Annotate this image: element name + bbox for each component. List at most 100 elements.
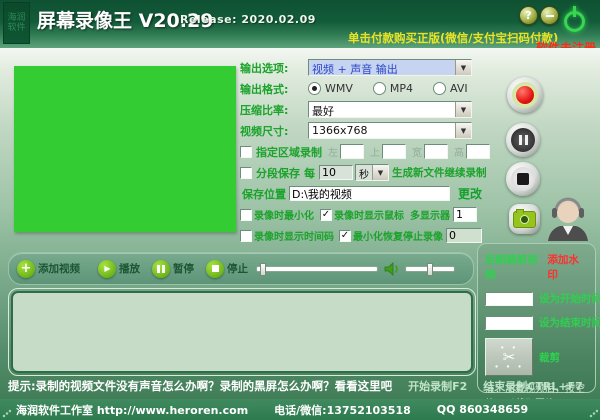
video-size-row: 视频尺寸: 1366x768 ▼ bbox=[240, 120, 482, 141]
add-video-label: 添加视频 bbox=[38, 263, 80, 275]
camera-icon bbox=[513, 208, 536, 228]
radio-wmv[interactable] bbox=[308, 82, 321, 95]
video-list[interactable] bbox=[11, 291, 473, 373]
seek-track[interactable] bbox=[256, 265, 378, 272]
volume-thumb[interactable] bbox=[427, 262, 433, 276]
seek-thumb[interactable] bbox=[260, 262, 266, 276]
help-button[interactable]: ? bbox=[519, 6, 538, 25]
hotkey-stop: 结束录制CTRL+F7 bbox=[483, 380, 583, 393]
pause-playback-button[interactable]: 暂停 bbox=[152, 259, 194, 278]
segment-save-label: 分段保存 bbox=[256, 166, 300, 180]
resize-grip-right[interactable] bbox=[589, 409, 598, 418]
output-format-label: 输出格式: bbox=[240, 82, 289, 96]
dropdown-arrow-icon[interactable]: ▼ bbox=[455, 60, 471, 75]
end-time-input[interactable] bbox=[485, 315, 533, 330]
record-button[interactable] bbox=[507, 77, 543, 113]
region-left-label: 左 bbox=[328, 148, 338, 159]
crop-label: 裁剪 bbox=[539, 351, 560, 364]
play-button[interactable]: ▶ 播放 bbox=[98, 259, 140, 278]
volume-slider[interactable] bbox=[405, 262, 455, 276]
app-logo: 海润软件 bbox=[3, 2, 30, 44]
start-time-row: 设为开始时间 bbox=[485, 291, 600, 306]
play-label: 播放 bbox=[119, 263, 140, 275]
restore-stop-input[interactable] bbox=[446, 228, 482, 243]
qq-info: QQ 860348659 bbox=[436, 403, 529, 416]
status-bar: 海润软件工作室 http://www.heroren.com 电话/微信:137… bbox=[0, 399, 600, 420]
stop-icon bbox=[517, 173, 529, 185]
compression-select[interactable]: 最好 ▼ bbox=[308, 101, 472, 118]
compression-value: 最好 bbox=[312, 105, 334, 117]
region-left-input[interactable] bbox=[340, 144, 364, 159]
crop-button[interactable]: ∙ ∙ ✂ ∙ ∙ ∙ bbox=[485, 338, 533, 376]
phone-info: 电话/微信:13752103518 bbox=[274, 403, 411, 417]
minimize-button[interactable] bbox=[540, 6, 559, 25]
record-icon bbox=[516, 86, 534, 104]
power-icon-bar bbox=[573, 6, 576, 17]
region-width-input[interactable] bbox=[424, 144, 448, 159]
set-start-time-button[interactable]: 设为开始时间 bbox=[539, 291, 600, 306]
assistant-avatar bbox=[542, 195, 594, 245]
end-time-row: 设为结束时间 bbox=[485, 315, 600, 330]
show-timecode-checkbox[interactable] bbox=[240, 229, 252, 242]
multi-display-label: 多显示器 bbox=[410, 211, 450, 222]
stop-playback-button[interactable]: 停止 bbox=[206, 259, 248, 278]
pause-recording-button[interactable] bbox=[506, 123, 540, 157]
recording-preview-area bbox=[14, 66, 236, 232]
segment-seconds-input[interactable] bbox=[319, 165, 353, 180]
save-path-input[interactable] bbox=[289, 186, 450, 201]
question-icon: ? bbox=[525, 9, 532, 22]
radio-avi[interactable] bbox=[433, 82, 447, 95]
radio-mp4-label: MP4 bbox=[389, 82, 414, 95]
set-end-time-button[interactable]: 设为结束时间 bbox=[539, 315, 600, 330]
region-record-checkbox[interactable] bbox=[240, 145, 252, 158]
region-top-input[interactable] bbox=[382, 144, 406, 159]
multi-display-input[interactable] bbox=[453, 207, 477, 222]
settings-panel: 输出选项: 视频 + 声音 输出 ▼ 输出格式: WMV MP4 AVI 压缩比… bbox=[240, 57, 490, 246]
minimize-on-record-checkbox[interactable] bbox=[240, 208, 252, 221]
stop-button-ring bbox=[511, 167, 535, 191]
buy-license-link[interactable]: 单击付款购买正版(微信/支付宝扫码付款) bbox=[348, 30, 558, 46]
region-width-label: 宽 bbox=[412, 148, 422, 159]
dropdown-arrow-icon[interactable]: ▼ bbox=[455, 102, 471, 117]
resize-grip-left[interactable] bbox=[2, 409, 11, 418]
add-watermark-link[interactable]: 添加水印 bbox=[547, 252, 589, 282]
close-button[interactable] bbox=[560, 3, 588, 35]
output-option-select[interactable]: 视频 + 声音 输出 ▼ bbox=[308, 59, 472, 76]
seek-slider[interactable] bbox=[256, 262, 378, 276]
playback-toolbar: + 添加视频 ▶ 播放 暂停 停止 bbox=[8, 252, 474, 285]
plus-icon: + bbox=[17, 259, 35, 278]
arrow-glyph: ▼ bbox=[377, 168, 384, 177]
hotkey-start: 开始录制F2 bbox=[408, 380, 468, 393]
segment-save-checkbox[interactable] bbox=[240, 166, 252, 179]
screenshot-camera-button[interactable] bbox=[509, 204, 540, 234]
title-bar: 海润软件 屏幕录像王 V20.29 Release: 2020.02.09 ? … bbox=[0, 0, 600, 55]
dropdown-arrow-icon[interactable]: ▼ bbox=[455, 123, 471, 138]
stop-recording-button[interactable] bbox=[506, 162, 540, 196]
avatar-image bbox=[548, 197, 588, 241]
stop-label: 停止 bbox=[227, 263, 248, 275]
compression-label: 压缩比率: bbox=[240, 103, 289, 117]
stop-icon bbox=[206, 259, 224, 278]
radio-mp4[interactable] bbox=[372, 82, 386, 95]
change-path-button[interactable]: 更改 bbox=[458, 185, 482, 202]
add-video-button[interactable]: + 添加视频 bbox=[17, 259, 80, 278]
logo-text: 海润软件 bbox=[7, 13, 26, 33]
tip-text[interactable]: 提示:录制的视频文件没有声音怎么办啊？录制的黑屏怎么办啊？看看这里吧 bbox=[8, 378, 392, 394]
output-format-row: 输出格式: WMV MP4 AVI bbox=[240, 78, 482, 99]
pause-icon bbox=[511, 128, 535, 152]
segment-unit-select[interactable]: 秒 ▼ bbox=[355, 164, 389, 181]
video-size-label: 视频尺寸: bbox=[240, 124, 289, 138]
radio-avi-label: AVI bbox=[450, 82, 468, 95]
segment-every-label: 每 bbox=[304, 166, 315, 180]
save-path-row: 保存位置 更改 bbox=[240, 183, 482, 204]
start-time-input[interactable] bbox=[485, 291, 533, 306]
video-list-container bbox=[8, 288, 476, 376]
speaker-icon[interactable] bbox=[384, 261, 401, 276]
video-size-select[interactable]: 1366x768 ▼ bbox=[308, 122, 472, 139]
main-area: 输出选项: 视频 + 声音 输出 ▼ 输出格式: WMV MP4 AVI 压缩比… bbox=[0, 48, 600, 410]
region-height-input[interactable] bbox=[466, 144, 490, 159]
dropdown-arrow-icon[interactable]: ▼ bbox=[372, 165, 388, 180]
show-cursor-checkbox[interactable] bbox=[320, 208, 332, 221]
restore-stop-checkbox[interactable] bbox=[339, 229, 351, 242]
studio-info: 海润软件工作室 http://www.heroren.com bbox=[16, 403, 249, 417]
